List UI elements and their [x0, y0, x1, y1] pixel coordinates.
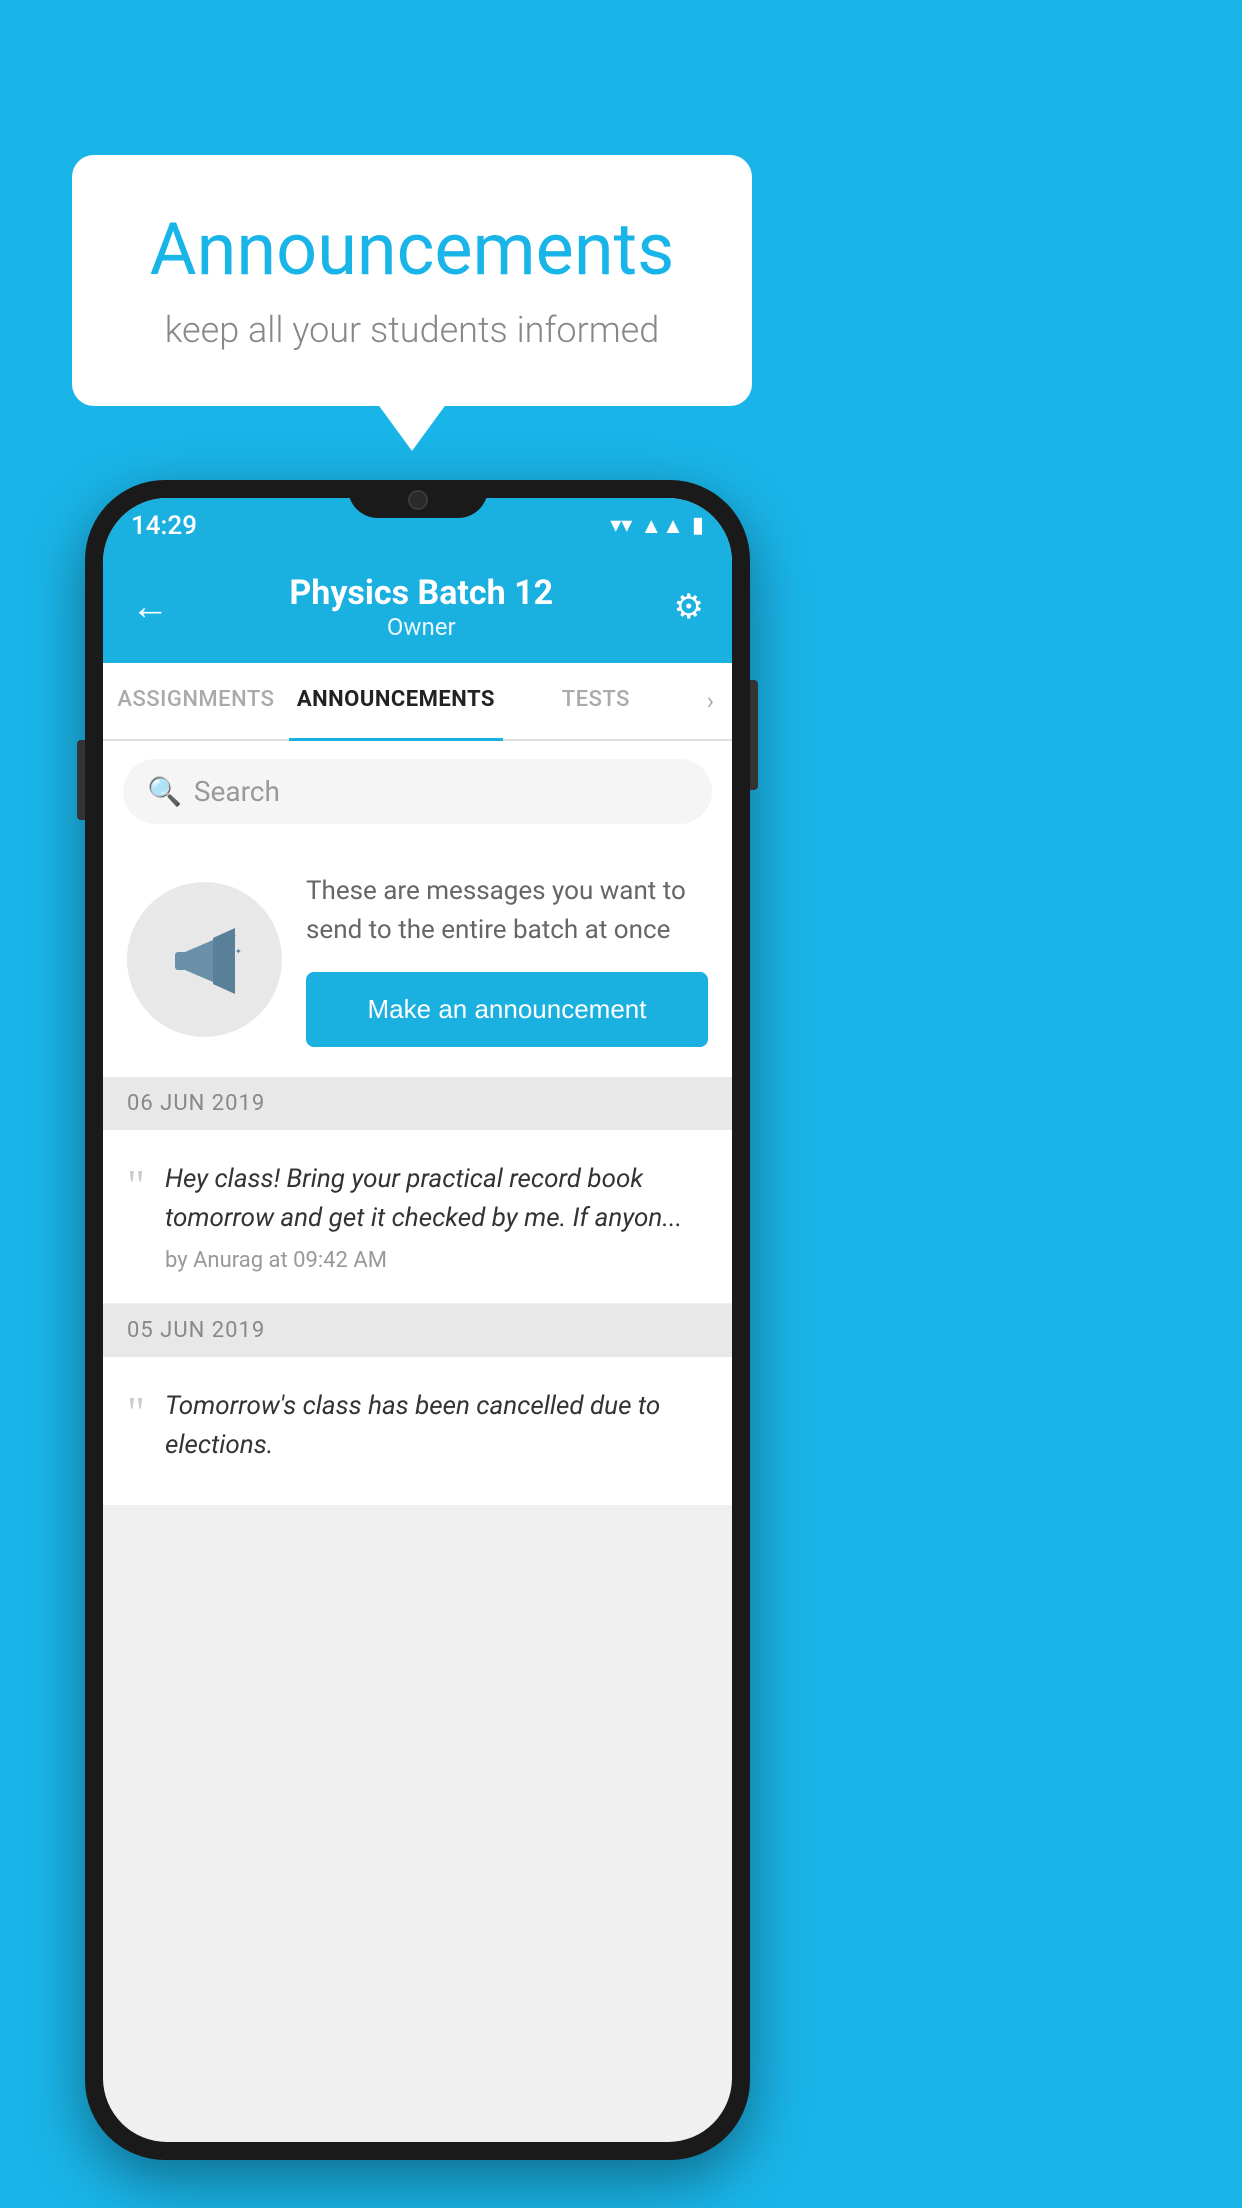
header-subtitle: Owner [169, 613, 674, 641]
announcement-text-1: Hey class! Bring your practical record b… [165, 1160, 708, 1238]
search-icon: 🔍 [147, 775, 182, 808]
quote-icon-2: " [127, 1391, 145, 1435]
announcement-meta-1: by Anurag at 09:42 AM [165, 1248, 708, 1273]
megaphone-circle: ✦ ✦ [127, 882, 282, 1037]
quote-icon-1: " [127, 1164, 145, 1208]
speech-bubble-container: Announcements keep all your students inf… [72, 155, 752, 406]
search-container: 🔍 Search [103, 741, 732, 842]
tab-more[interactable]: › [689, 663, 732, 739]
promo-description: These are messages you want to send to t… [306, 872, 708, 950]
speech-bubble: Announcements keep all your students inf… [72, 155, 752, 406]
announcement-text-2: Tomorrow's class has been cancelled due … [165, 1387, 708, 1465]
phone-mockup: 14:29 ▾▾ ▲▲ ▮ ← Physics Batch 12 Owner ⚙ [85, 480, 750, 2160]
search-placeholder: Search [194, 775, 280, 808]
promo-section: ✦ ✦ These are messages you want to send … [103, 842, 732, 1077]
status-time: 14:29 [131, 511, 197, 541]
back-button[interactable]: ← [131, 585, 169, 629]
app-header: ← Physics Batch 12 Owner ⚙ [103, 553, 732, 663]
wifi-icon: ▾▾ [610, 513, 632, 538]
announcement-item-2[interactable]: " Tomorrow's class has been cancelled du… [103, 1357, 732, 1506]
search-bar[interactable]: 🔍 Search [123, 759, 712, 824]
status-icons: ▾▾ ▲▲ ▮ [610, 513, 704, 539]
phone-screen: 14:29 ▾▾ ▲▲ ▮ ← Physics Batch 12 Owner ⚙ [103, 498, 732, 2142]
header-title: Physics Batch 12 [169, 573, 674, 613]
bubble-title: Announcements [132, 210, 692, 289]
date-separator-2: 05 JUN 2019 [103, 1304, 732, 1357]
svg-text:✦: ✦ [227, 929, 237, 943]
svg-text:✦: ✦ [235, 947, 242, 956]
battery-icon: ▮ [692, 513, 704, 538]
megaphone-icon: ✦ ✦ [165, 920, 245, 1000]
settings-icon[interactable]: ⚙ [674, 587, 704, 627]
date-separator-1: 06 JUN 2019 [103, 1077, 732, 1130]
announcement-content-1: Hey class! Bring your practical record b… [165, 1160, 708, 1273]
signal-icon: ▲▲ [640, 513, 684, 539]
tab-tests[interactable]: TESTS [503, 663, 689, 739]
tabs-container: ASSIGNMENTS ANNOUNCEMENTS TESTS › [103, 663, 732, 741]
tab-assignments[interactable]: ASSIGNMENTS [103, 663, 289, 739]
phone-notch [348, 480, 488, 518]
camera-cutout [408, 490, 428, 510]
make-announcement-button[interactable]: Make an announcement [306, 972, 708, 1047]
announcement-item-1[interactable]: " Hey class! Bring your practical record… [103, 1130, 732, 1304]
tab-announcements[interactable]: ANNOUNCEMENTS [289, 663, 503, 739]
bubble-subtitle: keep all your students informed [132, 309, 692, 351]
phone-outer: 14:29 ▾▾ ▲▲ ▮ ← Physics Batch 12 Owner ⚙ [85, 480, 750, 2160]
announcement-content-2: Tomorrow's class has been cancelled due … [165, 1387, 708, 1475]
header-title-section: Physics Batch 12 Owner [169, 573, 674, 641]
promo-content: These are messages you want to send to t… [306, 872, 708, 1047]
